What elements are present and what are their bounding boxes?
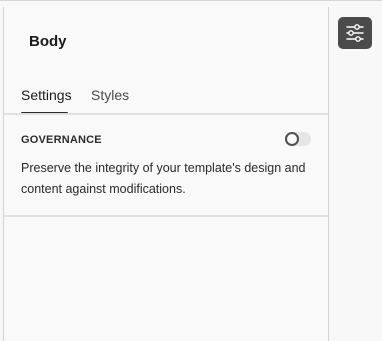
section-divider: [4, 215, 328, 217]
toggle-knob: [285, 132, 299, 146]
tab-styles[interactable]: Styles: [91, 87, 129, 103]
panel-title: Body: [29, 33, 67, 50]
governance-description: Preserve the integrity of your template'…: [21, 161, 306, 196]
panel-tabs: Settings Styles: [4, 79, 328, 115]
governance-toggle[interactable]: [285, 132, 311, 146]
settings-button[interactable]: [338, 17, 372, 49]
app-frame: Body Settings Styles GOVERNANCE Preserve…: [0, 0, 382, 341]
tab-settings[interactable]: Settings: [21, 87, 72, 103]
governance-heading: GOVERNANCE: [21, 134, 102, 146]
tabs-divider: [4, 113, 328, 115]
properties-panel: Body Settings Styles GOVERNANCE Preserve…: [3, 7, 329, 341]
